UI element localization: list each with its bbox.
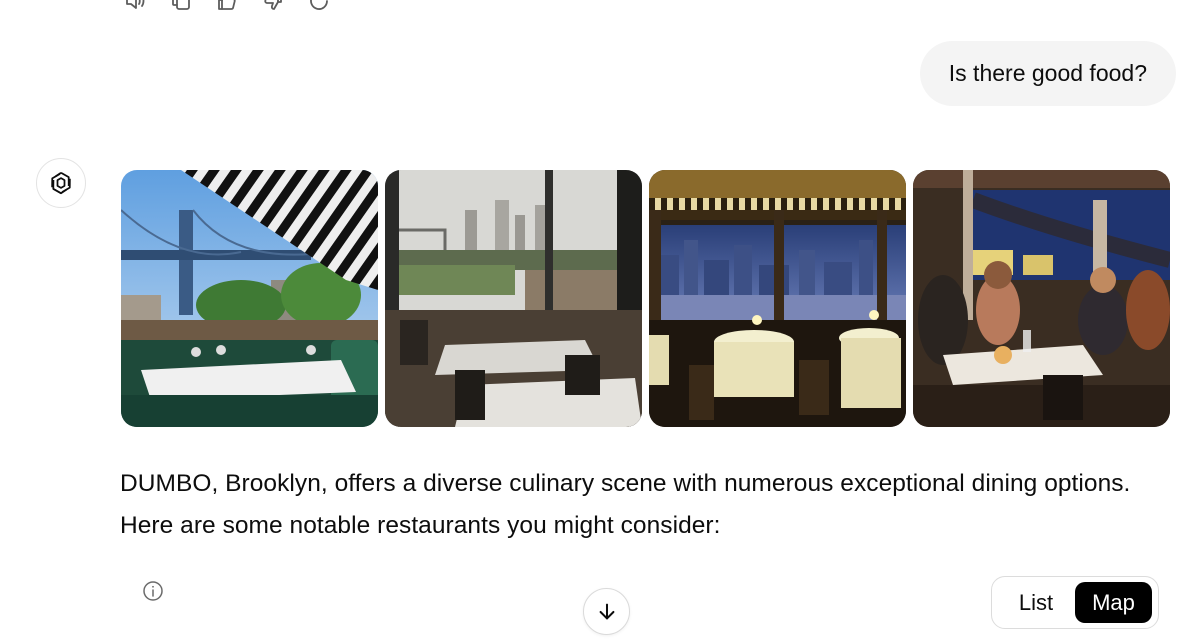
- restaurant-photo-3[interactable]: [649, 170, 906, 427]
- map-view-button[interactable]: Map: [1075, 582, 1152, 623]
- message-actions: [122, 0, 332, 14]
- read-aloud-icon[interactable]: [122, 0, 148, 14]
- assistant-avatar: [36, 158, 86, 208]
- restaurant-photo-4[interactable]: [913, 170, 1170, 427]
- list-view-button[interactable]: List: [997, 582, 1075, 623]
- restaurant-photo-1[interactable]: [121, 170, 378, 427]
- view-toggle: List Map: [991, 576, 1159, 629]
- copy-icon[interactable]: [168, 0, 194, 14]
- restaurant-photo-2[interactable]: [385, 170, 642, 427]
- restaurant-image-gallery: [121, 170, 1170, 427]
- scroll-to-bottom-button[interactable]: [583, 588, 630, 635]
- regenerate-icon[interactable]: [306, 0, 332, 14]
- arrow-down-icon: [599, 603, 614, 619]
- info-icon[interactable]: [142, 580, 164, 602]
- user-message-text: Is there good food?: [948, 60, 1147, 86]
- user-message-bubble: Is there good food?: [919, 41, 1176, 106]
- thumbs-up-icon[interactable]: [214, 0, 240, 14]
- openai-logo-icon: [51, 171, 71, 195]
- assistant-answer-text: DUMBO, Brooklyn, offers a diverse culina…: [120, 470, 1131, 539]
- thumbs-down-icon[interactable]: [260, 0, 286, 14]
